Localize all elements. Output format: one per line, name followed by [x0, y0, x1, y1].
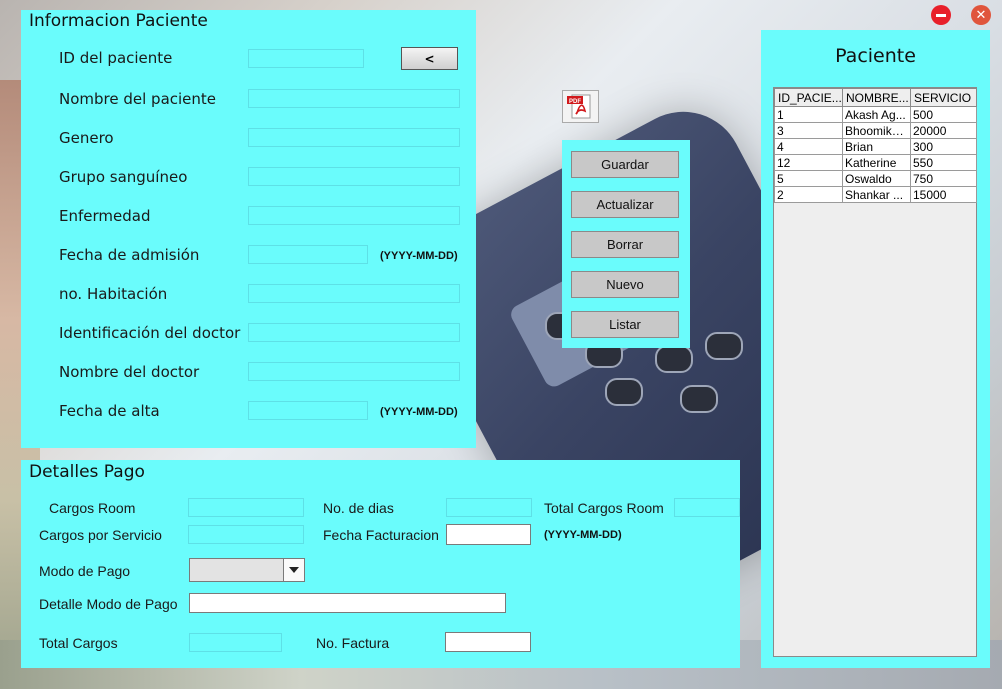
- table-header-row: ID_PACIE... NOMBRE... SERVICIO: [774, 88, 977, 107]
- payment-mode-detail-input[interactable]: [189, 593, 506, 613]
- doctor-name-label: Nombre del doctor: [59, 363, 200, 381]
- discharge-date-input[interactable]: [248, 401, 368, 420]
- table-cell: 500: [910, 106, 977, 123]
- payment-mode-select[interactable]: [189, 558, 305, 582]
- payment-mode-detail-label: Detalle Modo de Pago: [39, 596, 178, 612]
- table-cell: Bhoomika...: [842, 122, 911, 139]
- invoice-number-label: No. Factura: [316, 635, 390, 651]
- room-charges-input[interactable]: [188, 498, 304, 517]
- table-cell: Katherine: [842, 154, 911, 171]
- delete-button[interactable]: Borrar: [571, 231, 679, 258]
- minus-icon: [936, 13, 946, 17]
- blood-group-input[interactable]: [248, 167, 460, 186]
- discharge-date-format-hint: (YYYY-MM-DD): [380, 406, 458, 418]
- column-header-service[interactable]: SERVICIO: [910, 88, 977, 107]
- admission-date-format-hint: (YYYY-MM-DD): [380, 250, 458, 262]
- save-button[interactable]: Guardar: [571, 151, 679, 178]
- days-count-input[interactable]: [446, 498, 532, 517]
- room-charges-label: Cargos Room: [49, 500, 136, 516]
- update-button[interactable]: Actualizar: [571, 191, 679, 218]
- disease-input[interactable]: [248, 206, 460, 225]
- chevron-down-icon[interactable]: [283, 559, 304, 581]
- invoice-number-input[interactable]: [445, 632, 531, 652]
- patient-name-input[interactable]: [248, 89, 460, 108]
- total-charges-label: Total Cargos: [39, 635, 118, 651]
- room-number-label: no. Habitación: [59, 285, 168, 303]
- room-number-input[interactable]: [248, 284, 460, 303]
- table-row[interactable]: 4 Brian 300: [774, 138, 977, 155]
- pdf-badge: PDF: [569, 99, 581, 105]
- back-button[interactable]: <: [401, 47, 458, 70]
- close-icon: ✕: [975, 7, 987, 23]
- patient-info-title: Informacion Paciente: [29, 11, 208, 31]
- table-cell: 3: [774, 122, 843, 139]
- table-row[interactable]: 1 Akash Ag... 500: [774, 106, 977, 123]
- patient-table-container[interactable]: ID_PACIE... NOMBRE... SERVICIO 1 Akash A…: [773, 87, 977, 657]
- doctor-id-input[interactable]: [248, 323, 460, 342]
- table-cell: Oswaldo: [842, 170, 911, 187]
- table-cell: 4: [774, 138, 843, 155]
- table-cell: 300: [910, 138, 977, 155]
- list-button[interactable]: Listar: [571, 311, 679, 338]
- new-button[interactable]: Nuevo: [571, 271, 679, 298]
- table-cell: 20000: [910, 122, 977, 139]
- discharge-date-label: Fecha de alta: [59, 402, 160, 420]
- table-cell: Akash Ag...: [842, 106, 911, 123]
- table-cell: Brian: [842, 138, 911, 155]
- total-room-charges-input[interactable]: [674, 498, 740, 517]
- billing-date-format-hint: (YYYY-MM-DD): [544, 529, 622, 541]
- patient-id-label: ID del paciente: [59, 49, 173, 67]
- gender-input[interactable]: [248, 128, 460, 147]
- column-header-id[interactable]: ID_PACIE...: [774, 88, 843, 107]
- total-charges-input[interactable]: [189, 633, 282, 652]
- payment-mode-label: Modo de Pago: [39, 563, 131, 579]
- close-button[interactable]: ✕: [971, 5, 991, 25]
- billing-date-label: Fecha Facturacion: [323, 527, 439, 543]
- table-cell: 1: [774, 106, 843, 123]
- table-cell: 5: [774, 170, 843, 187]
- table-cell: 15000: [910, 186, 977, 203]
- doctor-id-label: Identificación del doctor: [59, 324, 241, 342]
- billing-date-input[interactable]: [446, 524, 531, 545]
- table-cell: 12: [774, 154, 843, 171]
- doctor-name-input[interactable]: [248, 362, 460, 381]
- table-cell: 550: [910, 154, 977, 171]
- payment-details-title: Detalles Pago: [29, 462, 145, 482]
- admission-date-input[interactable]: [248, 245, 368, 264]
- column-header-name[interactable]: NOMBRE...: [842, 88, 911, 107]
- service-charges-label: Cargos por Servicio: [39, 527, 162, 543]
- patient-id-input[interactable]: [248, 49, 364, 68]
- pdf-export-button[interactable]: PDF: [562, 90, 599, 123]
- total-room-charges-label: Total Cargos Room: [544, 500, 664, 516]
- days-count-label: No. de dias: [323, 500, 394, 516]
- blood-group-label: Grupo sanguíneo: [59, 168, 188, 186]
- admission-date-label: Fecha de admisión: [59, 246, 200, 264]
- service-charges-input[interactable]: [188, 525, 304, 544]
- patient-info-panel: [21, 10, 476, 448]
- minimize-button[interactable]: [931, 5, 951, 25]
- table-cell: 750: [910, 170, 977, 187]
- table-cell: Shankar ...: [842, 186, 911, 203]
- patient-name-label: Nombre del paciente: [59, 90, 217, 108]
- table-row[interactable]: 3 Bhoomika... 20000: [774, 122, 977, 139]
- table-row[interactable]: 12 Katherine 550: [774, 154, 977, 171]
- disease-label: Enfermedad: [59, 207, 151, 225]
- patient-table: ID_PACIE... NOMBRE... SERVICIO 1 Akash A…: [774, 88, 977, 203]
- gender-label: Genero: [59, 129, 114, 147]
- table-cell: 2: [774, 186, 843, 203]
- patient-list-title: Paciente: [835, 45, 916, 67]
- pdf-icon: PDF: [567, 94, 591, 119]
- table-row[interactable]: 5 Oswaldo 750: [774, 170, 977, 187]
- table-row[interactable]: 2 Shankar ... 15000: [774, 186, 977, 203]
